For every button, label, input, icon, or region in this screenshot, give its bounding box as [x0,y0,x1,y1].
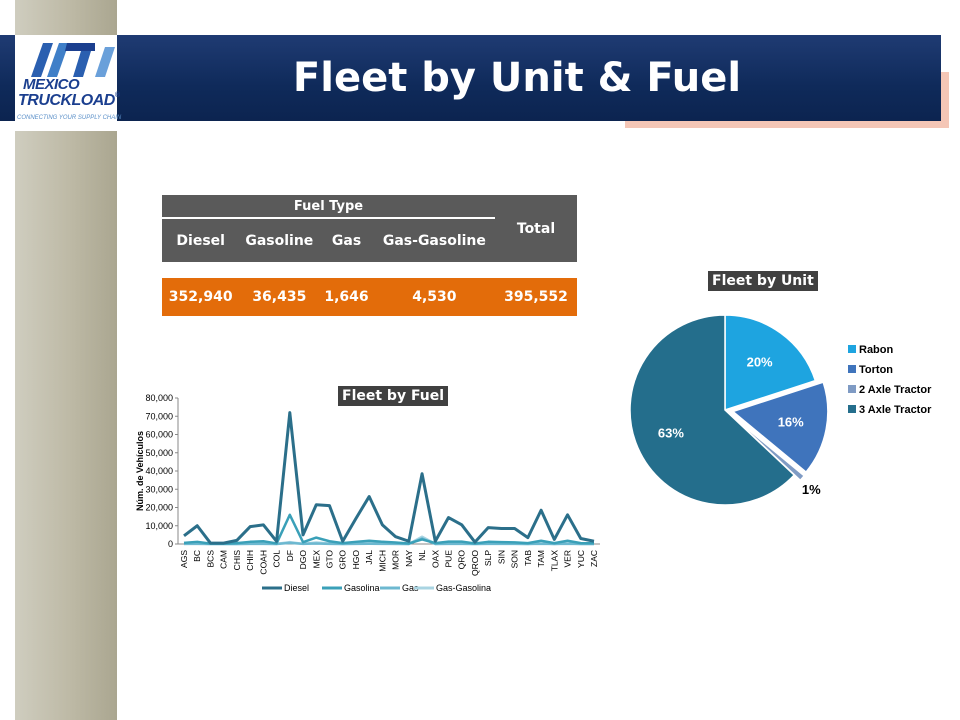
legend-swatch-3-axle-tractor [848,405,856,413]
legend-label-diesel: Diesel [284,583,309,593]
cell-diesel: 352,940 [162,278,240,316]
legend-swatch-torton [848,365,856,373]
y-tick-label: 80,000 [145,393,173,403]
x-tick-label: PUE [444,550,454,568]
cell-gasoline: 36,435 [239,278,320,316]
legend-label-gas-gasolina: Gas-Gasolina [436,583,491,593]
x-tick-label: TAM [536,550,546,567]
y-axis-title: Núm. de Vehículos [135,431,145,511]
col-gasoline: Gasoline [239,218,320,262]
legend-label-rabon: Rabon [859,344,894,356]
y-tick-label: 0 [168,539,173,549]
total-header: Total [495,195,577,262]
y-tick-label: 70,000 [145,411,173,421]
col-diesel: Diesel [162,218,240,262]
x-tick-label: MICH [377,550,387,572]
cell-total: 395,552 [495,278,577,316]
y-tick-label: 30,000 [145,484,173,494]
x-tick-label: SIN [496,550,506,564]
logo-tagline: CONNECTING YOUR SUPPLY CHAIN [17,115,122,121]
x-tick-label: VER [563,550,573,567]
pie-label-rabon: 20% [747,354,773,369]
x-tick-label: YUC [576,550,586,568]
legend-label-gasolina: Gasolina [344,583,380,593]
legend-label-2-axle-tractor: 2 Axle Tractor [859,384,932,396]
y-tick-label: 40,000 [145,466,173,476]
legend-label-torton: Torton [859,364,893,376]
x-tick-label: SLP [483,550,493,566]
pie-label-torton: 16% [778,415,804,430]
x-tick-label: CHIS [232,550,242,571]
logo-mark-icon [31,43,115,77]
pie-label-3-axle-tractor: 63% [658,425,684,440]
x-tick-label: GTO [324,550,334,569]
x-tick-label: QRO [457,550,467,570]
x-tick-label: SON [510,550,520,568]
logo-text-truckload: TRUCKLOAD® [18,92,120,109]
y-tick-label: 10,000 [145,521,173,531]
x-tick-label: COL [272,550,282,568]
x-tick-label: NAY [404,550,414,567]
cell-gas: 1,646 [319,278,374,316]
y-tick-label: 50,000 [145,448,173,458]
x-tick-label: COAH [258,550,268,575]
x-tick-label: TLAX [549,550,559,572]
x-tick-label: QROO [470,550,480,576]
legend-swatch-rabon [848,345,856,353]
x-tick-label: CAM [219,550,229,569]
company-logo: MEXICO TRUCKLOAD® CONNECTING YOUR SUPPLY… [15,35,121,131]
x-tick-label: JAL [364,550,374,565]
x-tick-label: AGS [179,550,189,568]
x-tick-label: BCS [205,550,215,568]
x-tick-label: DF [285,550,295,561]
y-tick-label: 60,000 [145,430,173,440]
page-title: Fleet by Unit & Fuel [292,55,742,101]
x-tick-label: TAB [523,550,533,566]
x-tick-label: GRO [338,550,348,570]
cell-gas-gasoline: 4,530 [373,278,495,316]
legend-label-3-axle-tractor: 3 Axle Tractor [859,404,932,416]
col-gas: Gas [319,218,374,262]
pie-label-2-axle-tractor: 1% [802,482,821,497]
logo-text-mexico: MEXICO [23,76,80,93]
fuel-type-table: Fuel Type Total Diesel Gasoline Gas Gas-… [162,195,577,316]
fuel-type-header: Fuel Type [162,195,495,219]
series-line-diesel [183,411,595,545]
x-tick-label: NL [417,550,427,561]
x-tick-label: MEX [311,550,321,569]
y-tick-label: 20,000 [145,503,173,513]
x-tick-label: CHIH [245,550,255,571]
fleet-by-unit-pie-chart: 20% 16% 1% 63% Rabon Torton 2 Axle Tractor 3 Ax… [629,314,932,506]
col-gas-gasoline: Gas-Gasoline [373,218,495,262]
x-tick-label: DGO [298,550,308,570]
x-tick-label: ZAC [589,550,599,567]
legend-swatch-2-axle-tractor [848,385,856,393]
x-tick-label: MOR [391,550,401,570]
fleet-by-fuel-line-chart: 0 10,000 20,000 30,000 40,000 50,000 60,000 70,… [135,393,600,593]
x-tick-label: HGO [351,550,361,570]
pie-chart-title: Fleet by Unit [708,271,818,291]
x-tick-label: BC [192,550,202,562]
x-tick-label: OAX [430,550,440,568]
